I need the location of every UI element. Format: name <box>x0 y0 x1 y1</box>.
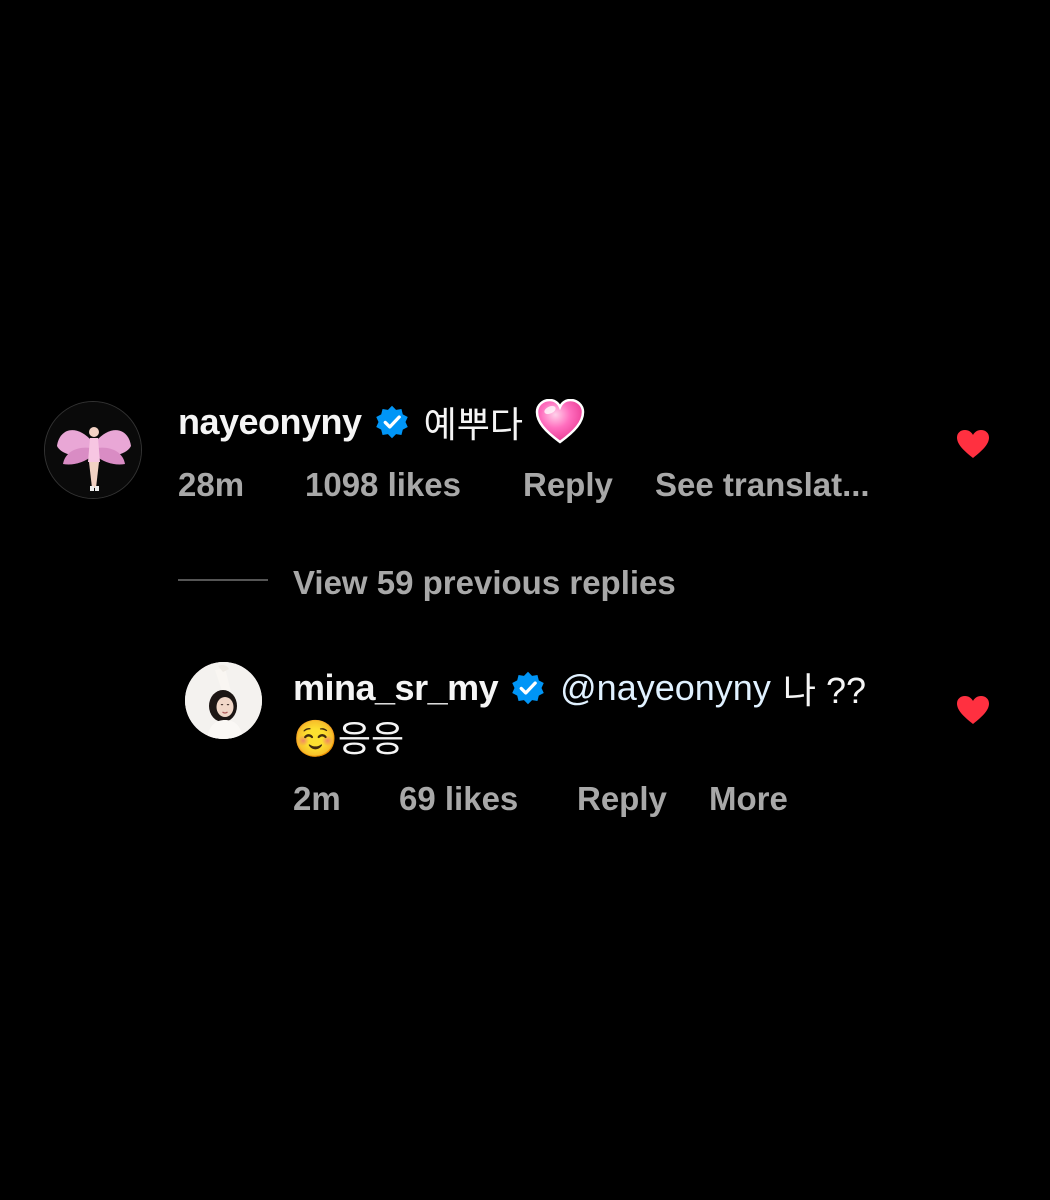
see-translation-button[interactable]: See translat... <box>655 466 870 504</box>
avatar[interactable] <box>44 401 142 499</box>
pink-heart-icon <box>535 398 585 445</box>
comment-text: 예뿌다 <box>423 404 523 445</box>
mention-link[interactable]: @nayeonyny <box>560 667 771 709</box>
likes-count-link[interactable]: 1098 likes <box>305 466 461 504</box>
comment-text-line2: ☺️응응 <box>293 712 404 760</box>
likes-count-link[interactable]: 69 likes <box>399 780 518 818</box>
comment-header: nayeonyny 예뿌다 <box>178 398 585 446</box>
like-heart-icon[interactable] <box>956 695 990 725</box>
avatar[interactable] <box>185 662 262 739</box>
view-previous-replies-button[interactable]: View 59 previous replies <box>293 564 676 602</box>
verified-badge-icon <box>374 404 410 440</box>
reply-button[interactable]: Reply <box>577 780 667 818</box>
comment-timestamp: 28m <box>178 466 245 503</box>
comment-header: mina_sr_my @nayeonyny 나 ?? <box>293 664 866 712</box>
verified-badge-icon <box>510 670 546 706</box>
username[interactable]: nayeonyny <box>178 401 362 443</box>
reply-button[interactable]: Reply <box>523 466 613 504</box>
username[interactable]: mina_sr_my <box>293 667 499 709</box>
comment-text: 나 ?? <box>782 670 866 711</box>
replies-divider <box>178 579 268 581</box>
avatar-portrait-image <box>185 662 262 739</box>
like-heart-icon[interactable] <box>956 429 990 459</box>
more-button[interactable]: More <box>709 780 788 818</box>
avatar-angel-image <box>45 402 141 498</box>
comment-timestamp: 2m <box>293 780 341 817</box>
comment-text-continued: ☺️응응 <box>293 718 405 759</box>
